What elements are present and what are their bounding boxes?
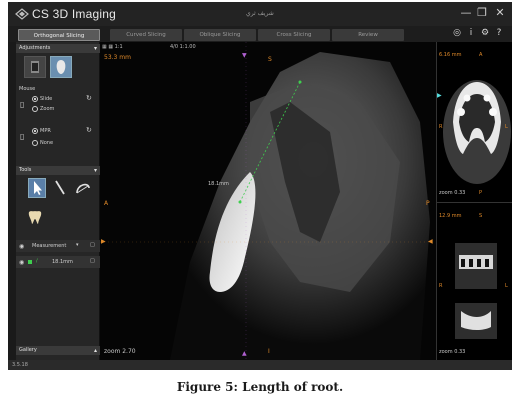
orient-right: P — [426, 200, 430, 207]
app-logo-icon — [15, 8, 29, 20]
tools-label: Tools — [19, 167, 32, 173]
pointer-icon[interactable] — [28, 178, 46, 198]
left-panel: Adjustments ▾ Mouse ▯ Slide ↻ Zoom ▯ MPR… — [16, 42, 100, 360]
app-window: CS 3D Imaging شريف ثري — ❐ ✕ Orthogonal … — [8, 2, 512, 370]
app-title: CS 3D Imaging — [32, 7, 116, 21]
help-icon[interactable]: ? — [494, 28, 504, 38]
tools-header[interactable]: Tools ▾ — [16, 166, 100, 175]
radio-zoom[interactable] — [32, 106, 38, 112]
axial-orient-top: A — [479, 52, 483, 58]
coronal-orient-top: S — [479, 213, 483, 219]
layout-icon[interactable]: ▦ — [102, 44, 107, 50]
orient-left: A — [104, 200, 109, 207]
orient-bottom: I — [268, 348, 270, 355]
status-bar: 3.5.18 — [8, 360, 512, 370]
sagittal-view[interactable]: ▦ ▦ 1:1 4/0 1:1.00 53.3 mm zoom 2.70 18.… — [100, 42, 436, 360]
view-val3: 1:1.00 — [179, 44, 196, 50]
trash-icon[interactable]: □ — [90, 242, 95, 248]
arc-icon[interactable] — [74, 178, 92, 198]
status-text: 3.5.18 — [12, 362, 28, 368]
view-val2: 4/0 — [170, 44, 179, 50]
title-bar: CS 3D Imaging شريف ثري — ❐ ✕ — [8, 2, 512, 26]
pen-icon[interactable] — [52, 178, 68, 198]
collapse-icon[interactable]: ▾ — [94, 44, 97, 53]
orient-top: S — [268, 56, 272, 63]
tooth-icon[interactable] — [26, 208, 44, 226]
minimize-icon[interactable]: — — [460, 7, 472, 19]
ct-image — [100, 42, 436, 360]
tab-cross-slicing[interactable]: Cross Slicing — [258, 29, 330, 41]
reset-icon[interactable]: ↻ — [86, 94, 92, 102]
view-toolbar: ▦ ▦ 1:1 — [102, 44, 123, 50]
color-swatch[interactable] — [28, 260, 32, 264]
restore-icon[interactable]: ❐ — [476, 7, 488, 19]
zoom-level: zoom 2.70 — [104, 348, 136, 355]
right-panes: 6.16 mm zoom 0.33 A R L P ▶ 12.9 mm S R — [436, 42, 512, 360]
view-scale: 1:1 — [114, 44, 123, 50]
reset-mpr-icon[interactable]: ↻ — [86, 126, 92, 134]
coronal-image — [455, 243, 497, 339]
tab-orthogonal-slicing[interactable]: Orthogonal Slicing — [18, 29, 100, 41]
measurement-value: 18.1mm — [52, 259, 73, 265]
slice-marker-top-icon[interactable]: ▼ — [242, 52, 247, 59]
measurement-dropdown-icon[interactable]: ▾ — [76, 242, 79, 248]
measurement-item[interactable]: ◉ ∕ 18.1mm □ — [16, 256, 100, 268]
axial-orient-bottom: P — [479, 190, 483, 196]
item-eye-icon[interactable]: ◉ — [19, 259, 24, 266]
radio-mpr[interactable] — [32, 128, 38, 134]
coronal-zoom: zoom 0.33 — [439, 349, 466, 355]
coronal-orient-right: L — [505, 283, 508, 289]
tools-collapse-icon[interactable]: ▾ — [94, 166, 97, 175]
target-icon[interactable]: ◎ — [452, 28, 462, 38]
tab-oblique-slicing[interactable]: Oblique Slicing — [184, 29, 256, 41]
tabs-row: Orthogonal Slicing Curved Slicing Obliqu… — [8, 26, 512, 42]
axial-image — [443, 80, 511, 184]
mouse-icon: ▯ — [20, 100, 25, 109]
gallery-label: Gallery — [19, 347, 37, 353]
item-trash-icon[interactable]: □ — [90, 258, 95, 264]
gallery-header[interactable]: Gallery ▴ — [16, 346, 100, 355]
measurement-label: Measurement — [32, 243, 67, 249]
coronal-view[interactable]: 12.9 mm S R L zoom 0.33 — [437, 203, 512, 360]
radio-slide[interactable] — [32, 96, 38, 102]
patient-name: شريف ثري — [246, 10, 274, 17]
adjustments-label: Adjustments — [19, 45, 51, 51]
axial-view[interactable]: 6.16 mm zoom 0.33 A R L P ▶ — [437, 42, 512, 202]
slice-marker-bottom-icon[interactable]: ▲ — [242, 350, 247, 357]
eye-icon[interactable]: ◉ — [19, 243, 24, 250]
axial-slice: 6.16 mm — [439, 52, 462, 58]
radio-none[interactable] — [32, 140, 38, 146]
sharpness-thumbnail-icon[interactable] — [50, 56, 72, 78]
axial-orient-right: L — [505, 124, 508, 130]
settings-icon[interactable]: ⚙ — [480, 28, 490, 38]
radio-none-label: None — [40, 140, 54, 146]
axial-zoom: zoom 0.33 — [439, 190, 466, 196]
coronal-orient-left: R — [439, 283, 443, 289]
figure-caption: Figure 5: Length of root. — [176, 380, 344, 394]
ruler-icon: ∕ — [36, 258, 38, 264]
tab-review[interactable]: Review — [332, 29, 404, 41]
radio-zoom-label: Zoom — [40, 106, 55, 112]
axial-orient-left: R — [439, 124, 443, 130]
coronal-slice: 12.9 mm — [439, 213, 462, 219]
radio-mpr-label: MPR — [40, 128, 51, 134]
measurement-row[interactable]: ◉ Measurement ▾ □ — [16, 240, 100, 252]
slice-position: 53.3 mm — [104, 54, 131, 61]
measure-label: 18.1mm — [208, 181, 229, 187]
top-right-icons: ◎ i ⚙ ? — [448, 28, 508, 40]
gallery-collapse-icon[interactable]: ▴ — [94, 346, 97, 355]
slice-marker-right-icon[interactable]: ◀ — [428, 238, 433, 245]
contrast-thumbnail-icon[interactable] — [24, 56, 46, 78]
tab-curved-slicing[interactable]: Curved Slicing — [110, 29, 182, 41]
view-toolbar-mid: 4/0 1:1.00 — [170, 44, 196, 50]
adjustments-header[interactable]: Adjustments ▾ — [16, 44, 100, 53]
axial-marker-icon[interactable]: ▶ — [437, 92, 442, 99]
mpr-mouse-icon: ▯ — [20, 132, 25, 141]
radio-slide-label: Slide — [40, 96, 53, 102]
mouse-header: Mouse — [19, 86, 36, 92]
info-icon[interactable]: i — [466, 28, 476, 38]
slice-marker-left-icon[interactable]: ▶ — [101, 238, 106, 245]
grid-icon[interactable]: ▦ — [108, 44, 113, 50]
close-icon[interactable]: ✕ — [494, 7, 506, 19]
